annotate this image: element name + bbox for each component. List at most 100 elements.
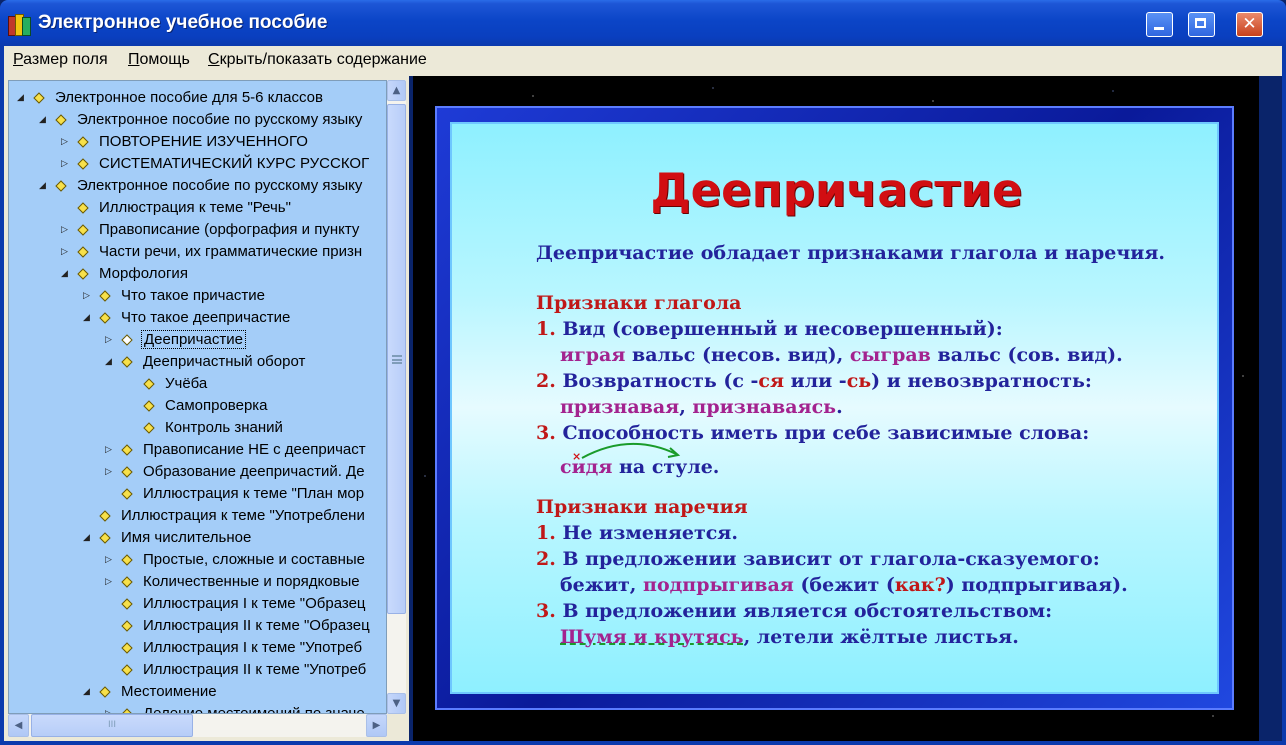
menu-bar: Размер поля Помощь Скрыть/показать содер… <box>4 46 1282 76</box>
grip-icon <box>392 355 402 364</box>
tree-item-label: Учёба <box>165 375 208 392</box>
tree-item-label: Контроль знаний <box>165 419 283 436</box>
feature-text: или - <box>784 370 847 392</box>
close-icon: ✕ <box>1242 14 1257 34</box>
collapse-icon[interactable]: ◢ <box>103 356 114 367</box>
expand-icon[interactable]: ▷ <box>103 554 114 565</box>
window-title: Электронное учебное пособие <box>38 12 328 33</box>
adverb-feature-1: 1. Не изменяется. <box>536 522 738 544</box>
verb-feature-3-example: сидя на стуле. <box>560 456 719 478</box>
example-text: , <box>679 396 693 418</box>
tree-item-label: Электронное пособие по русскому языку <box>77 177 363 194</box>
verb-feature-2: 2. Возвратность (с -ся или -сь) и невозв… <box>536 370 1092 392</box>
contents-tree[interactable]: ◢ Электронное пособие для 5-6 классов ◢ Эле… <box>8 80 387 714</box>
topic-diamond-icon <box>143 422 155 434</box>
collapse-icon[interactable]: ◢ <box>59 268 70 279</box>
adverb-feature-2: 2. В предложении зависит от глагола-сказ… <box>536 548 1100 570</box>
topic-diamond-icon <box>33 92 45 104</box>
close-button[interactable]: ✕ <box>1236 12 1263 37</box>
tree-item-label: Деление местоимений по значе <box>143 705 365 714</box>
expand-icon[interactable]: ▷ <box>103 466 114 477</box>
expand-icon[interactable]: ▷ <box>59 136 70 147</box>
tree-vertical-scrollbar[interactable]: ▲ ▼ <box>387 80 406 714</box>
adverb-features-heading: Признаки наречия <box>536 496 748 518</box>
menu-help[interactable]: Помощь <box>128 51 190 69</box>
tree-item-label: Местоимение <box>121 683 217 700</box>
scrollbar-corner <box>387 714 406 737</box>
contents-panel: ◢ Электронное пособие для 5-6 классов ◢ Эле… <box>4 76 409 741</box>
verb-features-heading: Признаки глагола <box>536 292 742 314</box>
collapse-icon[interactable]: ◢ <box>37 180 48 191</box>
topic-diamond-icon <box>121 488 133 500</box>
minimize-icon <box>1154 27 1164 30</box>
tree-item-label: Иллюстрация к теме "Речь" <box>99 199 291 216</box>
tree-item-label: Морфология <box>99 265 188 282</box>
tree-item-label: Деепричастный оборот <box>143 353 306 370</box>
tree-horizontal-scrollbar[interactable]: ◀ III ▶ <box>8 714 387 737</box>
tree-item-label: Что такое деепричастие <box>121 309 291 326</box>
example-word-podprygivaya: подпрыгивая <box>643 574 794 596</box>
tree-item-label: Что такое причастие <box>121 287 265 304</box>
topic-diamond-icon <box>143 400 155 412</box>
collapse-icon[interactable]: ◢ <box>37 114 48 125</box>
slide-intro: Деепричастие обладает признаками глагола… <box>536 242 1166 264</box>
example-phrase-shumya-i-krutyas: Шумя и крутясь <box>560 626 744 648</box>
topic-diamond-icon <box>55 114 67 126</box>
scroll-up-button[interactable]: ▲ <box>387 80 406 101</box>
menu-field-size[interactable]: Размер поля <box>13 51 108 69</box>
topic-diamond-icon <box>121 664 133 676</box>
example-text: на стуле. <box>612 456 720 478</box>
expand-icon[interactable]: ▷ <box>59 224 70 235</box>
adverb-feature-3-number: 3. <box>536 600 556 622</box>
horizontal-scroll-thumb[interactable]: III <box>31 714 193 737</box>
scroll-right-button[interactable]: ▶ <box>366 714 387 737</box>
maximize-button[interactable] <box>1188 12 1215 37</box>
feature-text: ) и невозвратность: <box>871 370 1092 392</box>
example-text: (бежит ( <box>793 574 895 596</box>
scroll-down-button[interactable]: ▼ <box>387 693 406 714</box>
expand-icon[interactable]: ▷ <box>103 576 114 587</box>
tree-item-label: Деепричастие <box>141 330 246 349</box>
books-icon <box>8 12 31 36</box>
minimize-button[interactable] <box>1146 12 1173 37</box>
suffix-sya: ся <box>758 370 784 392</box>
adverb-feature-3: 3. В предложении является обстоятельство… <box>536 600 1052 622</box>
collapse-icon[interactable]: ◢ <box>81 532 92 543</box>
topic-diamond-icon <box>77 136 89 148</box>
topic-diamond-icon <box>121 598 133 610</box>
topic-diamond-icon <box>77 224 89 236</box>
example-word-priznavayas: признаваясь <box>692 396 837 418</box>
tree-item-label: Иллюстрация II к теме "Образец <box>143 617 370 634</box>
collapse-icon[interactable]: ◢ <box>81 312 92 323</box>
topic-diamond-icon <box>77 202 89 214</box>
tree-item-label: Электронное пособие по русскому языку <box>77 111 363 128</box>
tree-item-label: Простые, сложные и составные <box>143 551 365 568</box>
expand-icon[interactable]: ▷ <box>81 290 92 301</box>
menu-toggle-contents[interactable]: Скрыть/показать содержание <box>208 51 427 69</box>
topic-diamond-icon <box>121 554 133 566</box>
maximize-icon <box>1195 18 1206 28</box>
feature-text: Возвратность (с - <box>562 370 759 392</box>
content-area: Деепричастие Деепричастие обладает призн… <box>413 76 1259 741</box>
verb-feature-2-example: признавая, признаваясь. <box>560 396 843 418</box>
topic-diamond-icon <box>99 686 111 698</box>
collapse-icon[interactable]: ◢ <box>15 92 26 103</box>
topic-diamond-icon <box>99 532 111 544</box>
title-bar[interactable]: Электронное учебное пособие ✕ <box>0 0 1286 46</box>
collapse-icon[interactable]: ◢ <box>81 686 92 697</box>
tree-item-label: ПОВТОРЕНИЕ ИЗУЧЕННОГО <box>99 133 308 150</box>
example-text: . <box>836 396 843 418</box>
expand-icon[interactable]: ▷ <box>59 158 70 169</box>
tree-item-label: Образование деепричастий. Де <box>143 463 365 480</box>
vertical-scroll-thumb[interactable] <box>387 104 406 614</box>
scroll-left-button[interactable]: ◀ <box>8 714 29 737</box>
topic-diamond-icon <box>77 246 89 258</box>
expand-icon[interactable]: ▷ <box>59 246 70 257</box>
expand-icon[interactable]: ▷ <box>103 334 114 345</box>
adverb-feature-1-text: Не изменяется. <box>562 522 738 544</box>
example-text: , летели жёлтые листья. <box>743 626 1019 648</box>
topic-diamond-icon <box>99 290 111 302</box>
expand-icon[interactable]: ▷ <box>103 444 114 455</box>
tree-item-label: СИСТЕМАТИЧЕСКИЙ КУРС РУССКОГ <box>99 155 370 172</box>
topic-diamond-icon <box>55 180 67 192</box>
